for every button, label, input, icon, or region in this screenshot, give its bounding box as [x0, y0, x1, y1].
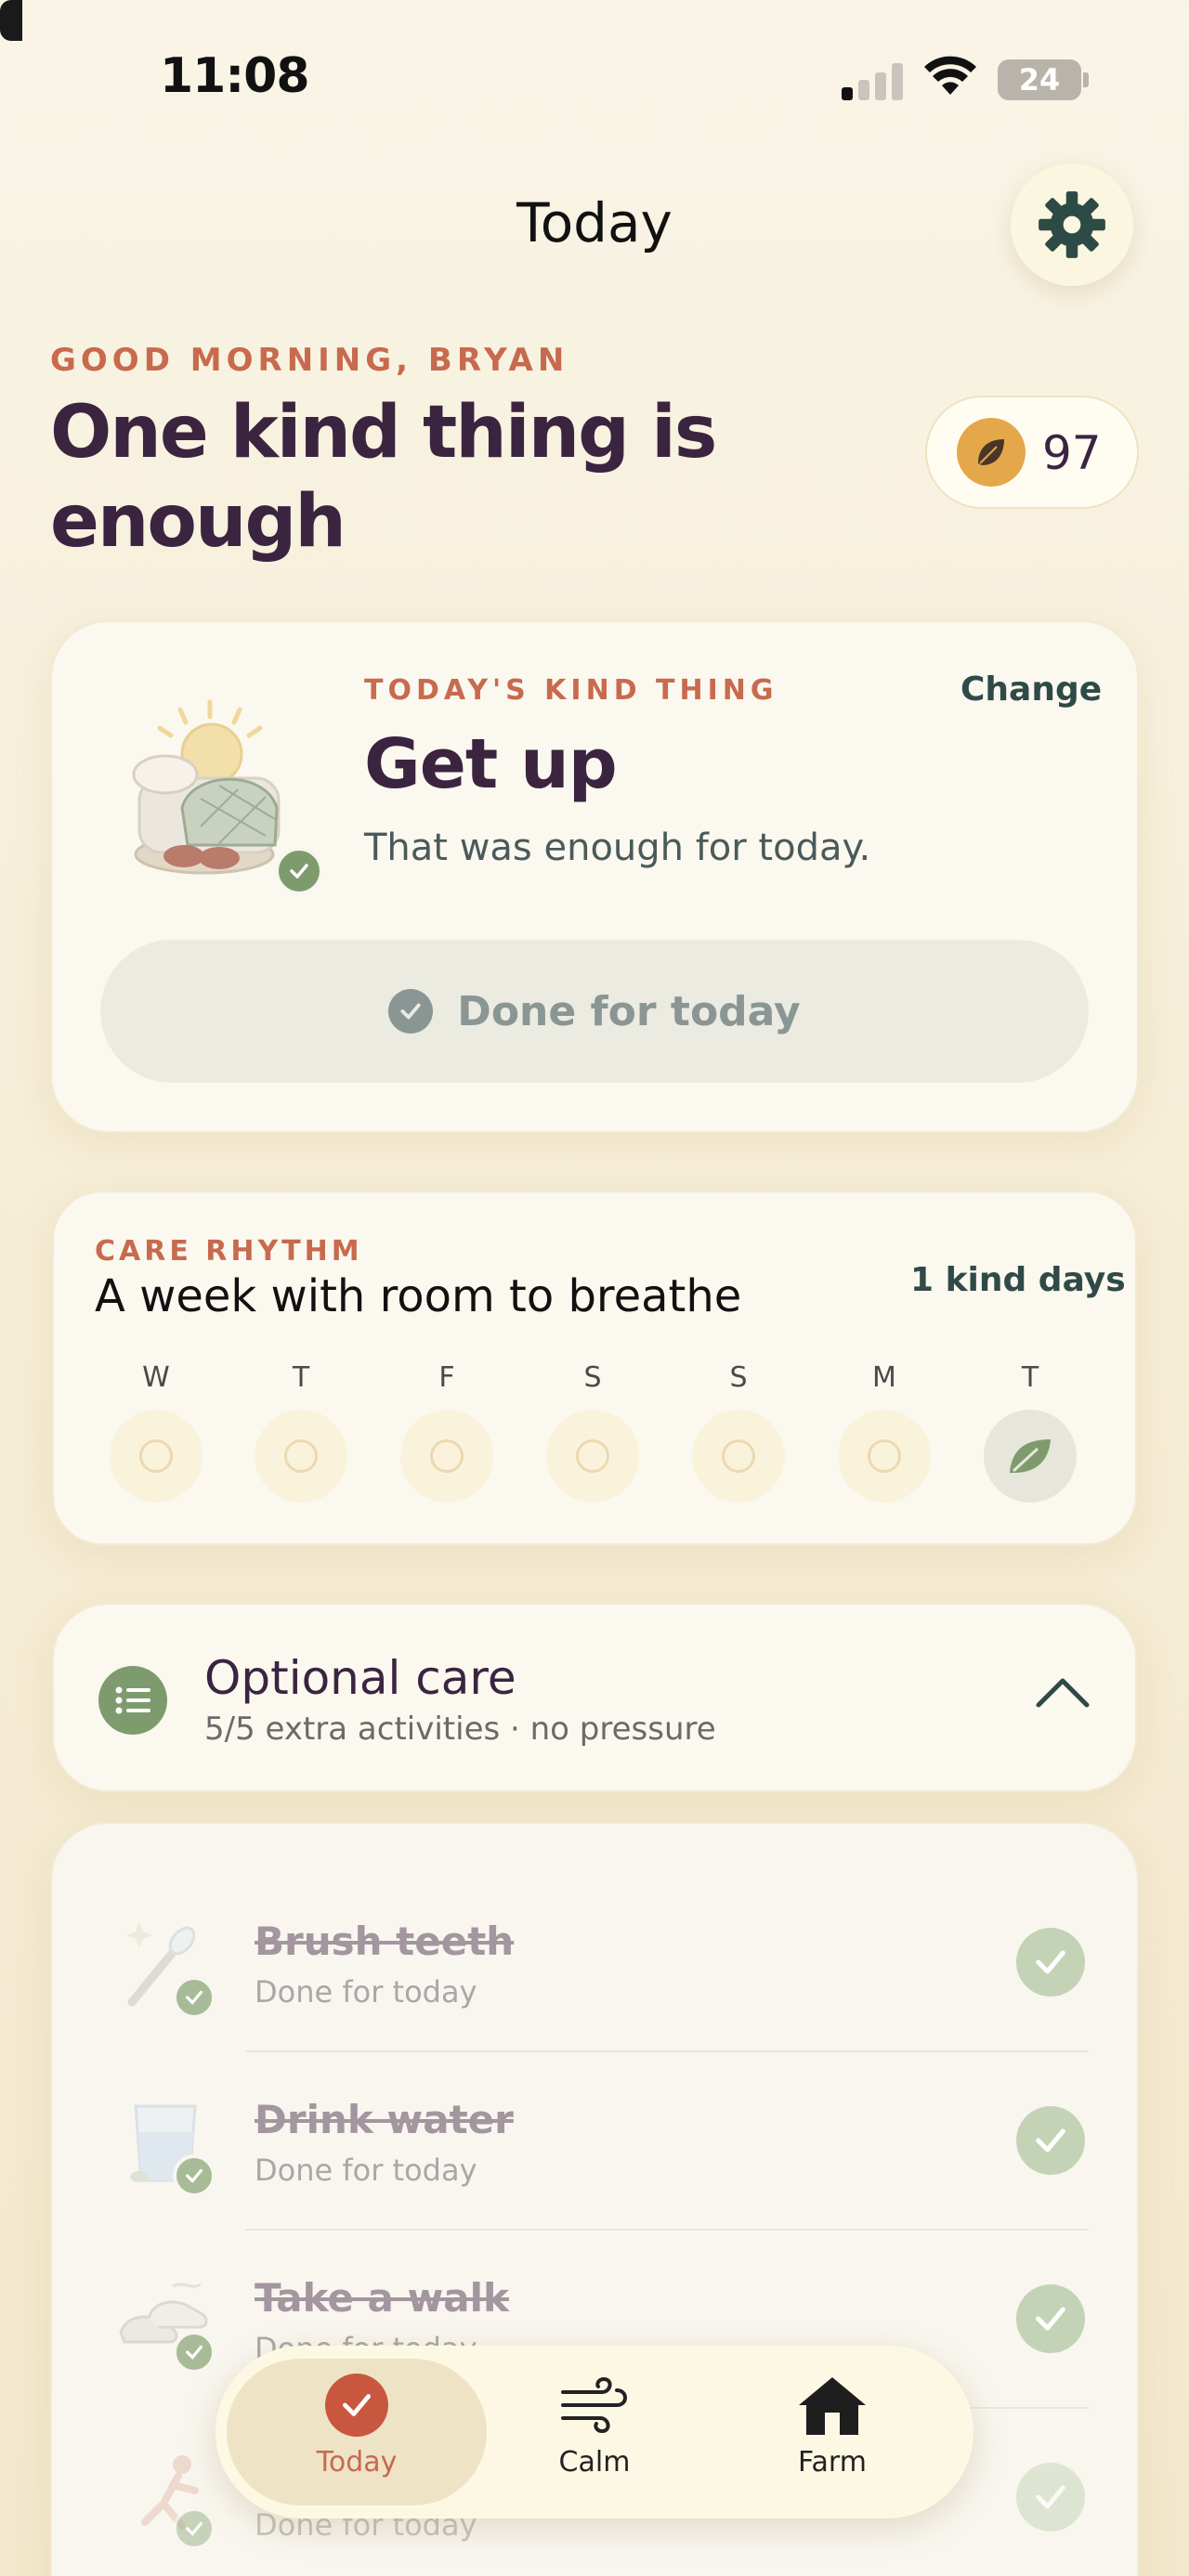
- empty-day-icon: [139, 1439, 173, 1473]
- care-rhythm-title: A week with room to breathe: [95, 1270, 742, 1322]
- tab-farm[interactable]: Farm: [739, 2374, 925, 2478]
- tab-today[interactable]: Today: [264, 2374, 450, 2478]
- wifi-icon: [923, 54, 977, 97]
- kind-thing-subtitle: That was enough for today.: [364, 826, 871, 869]
- check-icon: [1036, 2485, 1065, 2509]
- check-circle-icon: [325, 2374, 388, 2437]
- check-icon: [1036, 2307, 1065, 2331]
- day-status-today: [984, 1410, 1077, 1503]
- headline: One kind thing is enough: [50, 391, 717, 564]
- leaf-coin-icon: [957, 418, 1026, 487]
- empty-day-icon: [284, 1439, 318, 1473]
- day-letter: M: [872, 1361, 896, 1394]
- completed-check-icon: [173, 2154, 216, 2197]
- leaf-icon: [1010, 1439, 1051, 1473]
- day-status: [110, 1410, 203, 1503]
- completed-check-icon: [275, 847, 323, 895]
- tab-label: Today: [316, 2446, 398, 2478]
- activity-title: Drink water: [255, 2097, 514, 2142]
- empty-day-icon: [722, 1439, 755, 1473]
- wind-icon: [561, 2376, 627, 2434]
- chevron-up-icon[interactable]: [1035, 1675, 1091, 1712]
- day-status: [692, 1410, 785, 1503]
- empty-day-icon: [430, 1439, 464, 1473]
- activity-done-toggle[interactable]: [1016, 2284, 1085, 2353]
- day-status: [255, 1410, 347, 1503]
- points-value: 97: [1042, 426, 1102, 480]
- check-circle-icon: [388, 989, 434, 1034]
- day-letter: S: [729, 1361, 748, 1394]
- empty-day-icon: [868, 1439, 901, 1473]
- battery-nub: [1083, 72, 1089, 87]
- completed-check-icon: [173, 2331, 216, 2374]
- divider: [245, 2050, 1089, 2052]
- battery-level: [0, 0, 22, 41]
- optional-care-subtitle: 5/5 extra activities · no pressure: [204, 1711, 716, 1748]
- day-letter: T: [292, 1361, 310, 1394]
- activity-title: Brush teeth: [255, 1919, 515, 1964]
- day-status: [400, 1410, 493, 1503]
- gear-icon: [1039, 191, 1105, 258]
- tab-label: Farm: [798, 2446, 867, 2478]
- settings-button[interactable]: [1011, 163, 1133, 286]
- day-letter: S: [583, 1361, 602, 1394]
- activity-title: Take a walk: [255, 2275, 509, 2321]
- kind-days-count: 1 kind days: [910, 1261, 1126, 1299]
- status-time: 11:08: [160, 48, 310, 104]
- done-for-today-button[interactable]: Done for today: [100, 940, 1089, 1083]
- house-icon: [799, 2377, 866, 2435]
- battery-percent: 24: [1018, 62, 1061, 98]
- activity-status: Done for today: [255, 1974, 477, 2010]
- day-letter: T: [1021, 1361, 1039, 1394]
- empty-day-icon: [576, 1439, 609, 1473]
- check-icon: [1036, 1950, 1065, 1974]
- list-icon: [98, 1666, 167, 1735]
- divider: [245, 2229, 1089, 2231]
- kind-thing-title: Get up: [364, 724, 618, 804]
- tab-calm[interactable]: Calm: [502, 2374, 687, 2478]
- completed-check-icon: [173, 1976, 216, 2019]
- greeting: GOOD MORNING, BRYAN: [50, 342, 569, 379]
- kind-thing-label: TODAY'S KIND THING: [364, 674, 778, 707]
- activity-done-toggle[interactable]: [1016, 1928, 1085, 1997]
- care-rhythm-label: CARE RHYTHM: [95, 1235, 363, 1268]
- day-status: [546, 1410, 639, 1503]
- day-letter: F: [438, 1361, 455, 1394]
- tab-label: Calm: [558, 2446, 631, 2478]
- optional-care-title: Optional care: [204, 1651, 516, 1705]
- check-icon: [1036, 2128, 1065, 2153]
- day-status: [838, 1410, 931, 1503]
- completed-check-icon: [173, 2507, 216, 2550]
- cellular-signal-icon: [842, 61, 905, 100]
- bed-illustration-icon: [126, 696, 294, 882]
- activity-done-toggle[interactable]: [1016, 2106, 1085, 2175]
- activity-status: Done for today: [255, 2153, 477, 2188]
- activity-done-toggle[interactable]: [1016, 2463, 1085, 2531]
- change-button[interactable]: Change: [960, 670, 1102, 709]
- done-button-label: Done for today: [457, 987, 801, 1035]
- day-letter: W: [142, 1361, 170, 1394]
